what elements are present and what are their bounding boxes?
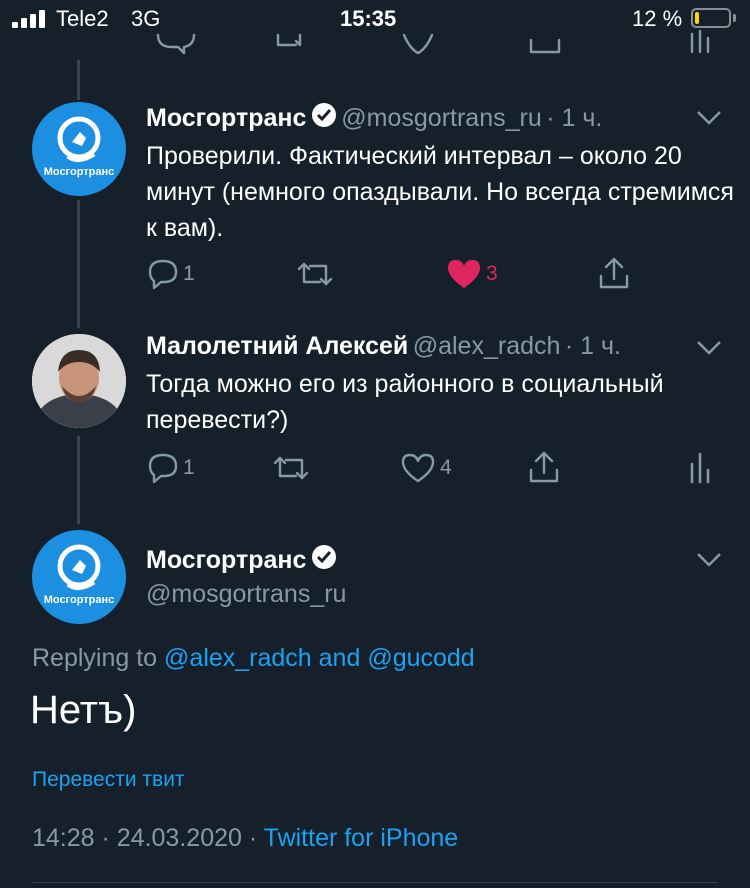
replying-to-label: Replying to (32, 644, 158, 672)
like-icon[interactable] (400, 452, 436, 484)
replying-to-users[interactable]: @alex_radch and @gucodd (164, 644, 475, 672)
thread-line (77, 60, 80, 100)
author-name[interactable]: Малолетний Алексей (146, 332, 408, 360)
network-type: 3G (131, 6, 161, 31)
reply-count: 1 (183, 262, 195, 285)
battery-percent: 12 % (632, 6, 683, 31)
author-handle[interactable]: @alex_radch (413, 332, 561, 360)
chevron-down-icon[interactable] (696, 110, 722, 126)
thread-line (77, 436, 80, 524)
avatar[interactable] (32, 334, 126, 428)
verified-badge-icon (311, 545, 336, 569)
carrier-label: Tele2 (56, 6, 109, 31)
reply-count: 1 (183, 456, 195, 479)
tweet-timestamp: 14:28 · 24.03.2020 · (32, 824, 258, 852)
like-filled-icon[interactable] (446, 258, 482, 290)
mosgortrans-logo-icon (57, 116, 101, 162)
previous-tweet-actions (0, 30, 750, 60)
author-name[interactable]: Мосгортранс (146, 546, 306, 574)
retweet-icon[interactable] (272, 454, 310, 482)
author-handle[interactable]: @mosgortrans_ru (146, 580, 346, 609)
author-handle[interactable]: @mosgortrans_ru (341, 104, 541, 132)
like-count: 4 (440, 456, 452, 479)
translate-tweet-link[interactable]: Перевести твит (32, 768, 185, 792)
tweet-text: Проверили. Фактический интервал – около … (146, 142, 734, 242)
chevron-down-icon[interactable] (696, 340, 722, 356)
status-time: 15:35 (340, 6, 397, 31)
tweet-time: · 1 ч. (564, 332, 621, 360)
reply-icon[interactable] (146, 452, 180, 484)
tweet-text: Тогда можно его из районного в социальны… (146, 370, 664, 434)
battery-icon (691, 8, 731, 28)
mosgortrans-logo-icon (57, 544, 101, 590)
tweet-source-link[interactable]: Twitter for iPhone (264, 824, 459, 852)
share-icon[interactable] (598, 256, 630, 290)
user-photo (32, 334, 126, 428)
main-tweet-text: Нетъ) (30, 688, 137, 732)
battery-cap (733, 14, 736, 22)
author-name[interactable]: Мосгортранс (146, 104, 306, 132)
verified-badge-icon (311, 103, 336, 127)
signal-strength-icon (12, 10, 50, 28)
share-icon[interactable] (528, 450, 560, 484)
chevron-down-icon[interactable] (696, 552, 722, 568)
divider (32, 882, 718, 883)
reply-icon[interactable] (146, 258, 180, 290)
retweet-icon[interactable] (296, 260, 334, 288)
avatar[interactable]: Мосгортранс (32, 102, 126, 196)
thread-line (77, 200, 80, 328)
avatar-label: Мосгортранс (43, 166, 115, 178)
avatar-label: Мосгортранс (43, 594, 115, 606)
avatar[interactable]: Мосгортранс (32, 530, 126, 624)
tweet-time: · 1 ч. (546, 104, 603, 132)
analytics-icon[interactable] (688, 452, 712, 484)
like-count: 3 (486, 262, 498, 285)
